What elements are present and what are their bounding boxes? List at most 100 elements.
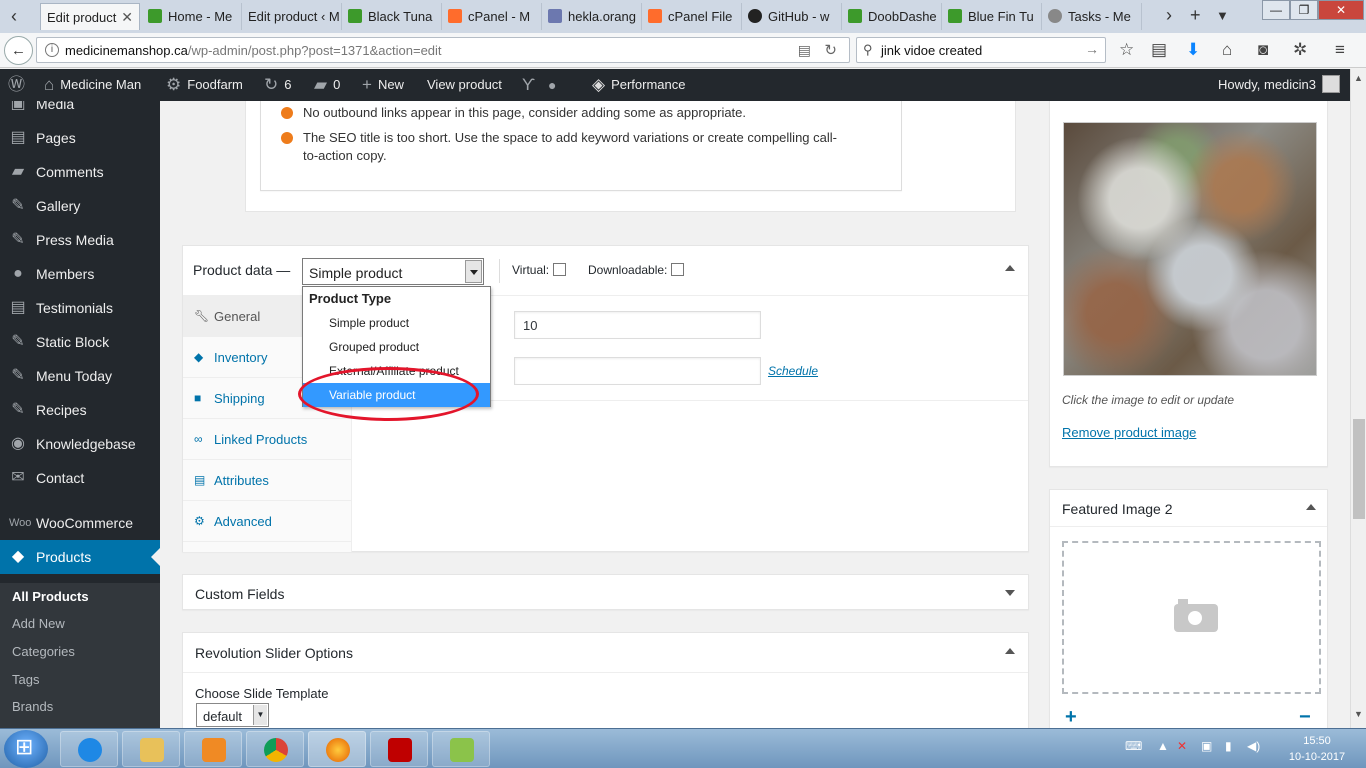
- submenu-brands[interactable]: Brands: [12, 699, 53, 714]
- bookmark-star-icon[interactable]: ☆: [1119, 40, 1134, 60]
- admin-bar-theme[interactable]: ⚙ Foodfarm: [166, 69, 243, 101]
- taskbar-explorer[interactable]: [122, 731, 180, 767]
- tab-advanced[interactable]: ⚙ Advanced: [183, 501, 351, 542]
- tab-linked-products[interactable]: ∞ Linked Products: [183, 419, 351, 460]
- regular-price-input[interactable]: 10: [514, 311, 761, 339]
- remove-image-icon[interactable]: −: [1299, 706, 1311, 729]
- browser-tab-10[interactable]: Tasks - Me: [1042, 3, 1142, 30]
- sidebar-item-products[interactable]: ◆ Products: [0, 540, 160, 574]
- tab-attributes[interactable]: ▤ Attributes: [183, 460, 351, 501]
- submenu-add-new[interactable]: Add New: [12, 616, 65, 631]
- tab-scroll-left-button[interactable]: ‹: [2, 3, 26, 29]
- browser-tab-8[interactable]: DoobDashe: [842, 3, 942, 30]
- taskbar-filezilla[interactable]: [370, 731, 428, 767]
- sidebar-item-knowledgebase[interactable]: ◉ Knowledgebase: [0, 427, 160, 461]
- tab-scroll-right-icon[interactable]: ›: [1166, 5, 1172, 26]
- close-window-button[interactable]: ✕: [1318, 0, 1364, 20]
- sidebar-item-contact[interactable]: ✉ Contact: [0, 461, 160, 495]
- submenu-all-products[interactable]: All Products: [12, 589, 89, 604]
- schedule-link[interactable]: Schedule: [768, 364, 818, 378]
- submenu-categories[interactable]: Categories: [12, 644, 75, 659]
- new-tab-icon[interactable]: +: [1190, 5, 1201, 26]
- admin-bar-account[interactable]: Howdy, medicin3: [1218, 69, 1341, 101]
- home-icon[interactable]: ⌂: [1222, 40, 1232, 60]
- sidebar-item-testimonials[interactable]: ▤ Testimonials: [0, 291, 160, 325]
- sidebar-item-pages[interactable]: ▤ Pages: [0, 121, 160, 155]
- collapse-arrow-icon[interactable]: [1306, 504, 1316, 510]
- sidebar-item-comments[interactable]: ▰ Comments: [0, 155, 160, 189]
- browser-tab-3[interactable]: Black Tuna: [342, 3, 442, 30]
- wordpress-logo-icon[interactable]: Ⓦ: [8, 69, 25, 101]
- browser-tab-1[interactable]: Home - Me: [142, 3, 242, 30]
- network-warning-icon[interactable]: ✕: [1177, 739, 1187, 753]
- sidebar-item-static-block[interactable]: ✎ Static Block: [0, 325, 160, 359]
- show-hidden-icons-icon[interactable]: ▲: [1157, 739, 1169, 753]
- sidebar-item-menu-today[interactable]: ✎ Menu Today: [0, 359, 160, 393]
- browser-tab-9[interactable]: Blue Fin Tu: [942, 3, 1042, 30]
- menu-hamburger-icon[interactable]: ≡: [1335, 40, 1345, 60]
- taskbar-notepad[interactable]: [432, 731, 490, 767]
- extension-icon[interactable]: ✲: [1293, 40, 1307, 60]
- scroll-down-icon[interactable]: ▼: [1354, 709, 1363, 719]
- maximize-button[interactable]: ❐: [1290, 0, 1318, 20]
- taskbar-media-player[interactable]: [184, 731, 242, 767]
- browser-tab-4[interactable]: cPanel - M: [442, 3, 542, 30]
- volume-icon[interactable]: ◀): [1247, 739, 1260, 753]
- admin-bar-performance[interactable]: ◈ Performance: [592, 69, 686, 101]
- start-button[interactable]: [4, 730, 48, 768]
- option-external-affiliate-product[interactable]: External/Affiliate product: [303, 359, 490, 383]
- option-variable-product[interactable]: Variable product: [303, 383, 490, 407]
- browser-tab-6[interactable]: cPanel File: [642, 3, 742, 30]
- collapse-arrow-icon[interactable]: [1005, 648, 1015, 654]
- sidebar-item-gallery[interactable]: ✎ Gallery: [0, 189, 160, 223]
- slide-template-select[interactable]: default ▼: [196, 703, 269, 727]
- minimize-button[interactable]: —: [1262, 0, 1290, 20]
- admin-bar-comments[interactable]: ▰ 0: [314, 69, 340, 101]
- scroll-up-icon[interactable]: ▲: [1354, 73, 1363, 83]
- sidebar-item-members[interactable]: ● Members: [0, 257, 160, 291]
- remove-product-image-link[interactable]: Remove product image: [1062, 425, 1196, 440]
- custom-fields-box[interactable]: Custom Fields: [182, 574, 1029, 610]
- info-icon[interactable]: i: [45, 43, 59, 57]
- collapse-arrow-icon[interactable]: [1005, 265, 1015, 271]
- sidebar-item-woocommerce[interactable]: Woo WooCommerce: [0, 506, 160, 540]
- list-tabs-icon[interactable]: ▼: [1216, 8, 1229, 23]
- taskbar-ie[interactable]: [60, 731, 118, 767]
- url-bar[interactable]: i medicinemanshop.ca/wp-admin/post.php?p…: [36, 37, 850, 63]
- add-image-icon[interactable]: +: [1065, 706, 1077, 729]
- system-clock[interactable]: 15:50 10-10-2017: [1282, 733, 1352, 765]
- taskbar-firefox[interactable]: [308, 731, 366, 767]
- search-input[interactable]: ⚲ jink vidoe created →: [856, 37, 1106, 63]
- reader-view-icon[interactable]: ▤: [798, 42, 811, 59]
- reload-icon[interactable]: ↻: [824, 41, 837, 59]
- search-go-icon[interactable]: →: [1085, 41, 1099, 57]
- browser-tab-0[interactable]: Edit product ✕: [40, 3, 140, 30]
- admin-bar-view-product[interactable]: View product: [427, 69, 502, 101]
- page-scrollbar[interactable]: ▲ ▼: [1350, 69, 1366, 728]
- sidebar-item-media[interactable]: ▣ Media: [0, 101, 160, 121]
- sale-price-input[interactable]: [514, 357, 761, 385]
- option-simple-product[interactable]: Simple product: [303, 311, 490, 335]
- sidebar-item-recipes[interactable]: ✎ Recipes: [0, 393, 160, 427]
- product-type-select[interactable]: Simple product: [302, 258, 484, 285]
- downloadable-checkbox[interactable]: [671, 263, 685, 276]
- close-tab-icon[interactable]: ✕: [121, 4, 133, 30]
- browser-tab-5[interactable]: hekla.orang: [542, 3, 642, 30]
- taskbar-chrome[interactable]: [246, 731, 304, 767]
- product-image[interactable]: [1063, 122, 1317, 376]
- submenu-tags[interactable]: Tags: [12, 672, 39, 687]
- scroll-thumb[interactable]: [1353, 419, 1365, 519]
- option-grouped-product[interactable]: Grouped product: [303, 335, 490, 359]
- admin-bar-new[interactable]: + New: [362, 69, 404, 101]
- browser-tab-7[interactable]: GitHub - w: [742, 3, 842, 30]
- reading-list-icon[interactable]: ▤: [1151, 40, 1167, 60]
- yoast-icon[interactable]: Ƴ: [522, 69, 541, 101]
- pocket-icon[interactable]: ◙: [1258, 40, 1268, 60]
- expand-arrow-icon[interactable]: [1005, 590, 1015, 596]
- chevron-down-icon[interactable]: ▼: [253, 705, 267, 725]
- keyboard-icon[interactable]: ⌨: [1125, 739, 1142, 753]
- device-icon[interactable]: ▣: [1201, 739, 1212, 753]
- signal-icon[interactable]: ▮: [1225, 739, 1232, 753]
- downloads-icon[interactable]: ⬇: [1186, 40, 1200, 60]
- back-button[interactable]: ←: [4, 36, 33, 65]
